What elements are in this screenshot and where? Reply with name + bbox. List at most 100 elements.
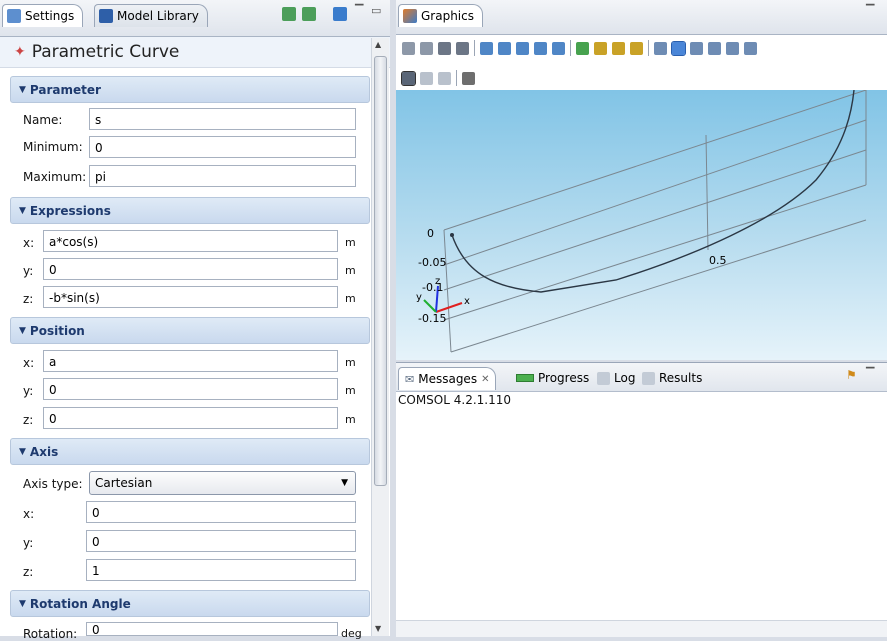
- section-axis[interactable]: ▼ Axis: [10, 438, 370, 465]
- panel-title-bar: ✦ Parametric Curve: [0, 37, 390, 68]
- zoom-selected-icon[interactable]: [534, 41, 547, 55]
- minimum-label: Minimum:: [23, 140, 83, 154]
- settings-panel: Settings Model Library ▔ ▭ ✦ Parametric …: [0, 0, 390, 641]
- axes-icon[interactable]: [744, 41, 757, 55]
- expr-z-label: z:: [23, 292, 34, 306]
- section-position[interactable]: ▼ Position: [10, 317, 370, 344]
- tab-model-library-label: Model Library: [117, 9, 199, 23]
- scene-svg: [423, 90, 867, 353]
- tab-model-library[interactable]: Model Library: [94, 4, 208, 27]
- tab-log[interactable]: Log: [591, 367, 641, 389]
- library-icon: [99, 9, 113, 23]
- left-tabbar: Settings Model Library ▔ ▭: [0, 0, 390, 37]
- axis-type-label: Axis type:: [23, 477, 83, 491]
- pos-z-field[interactable]: 0: [43, 407, 338, 429]
- section-rotation-angle[interactable]: ▼ Rotation Angle: [10, 590, 370, 617]
- minimize-icon[interactable]: ▔: [355, 4, 363, 17]
- wireframe-icon[interactable]: [654, 41, 667, 55]
- scroll-down-icon[interactable]: ▼: [375, 624, 381, 633]
- maximum-field[interactable]: pi: [89, 165, 356, 187]
- select-domain-icon[interactable]: [420, 71, 433, 85]
- messages-hscrollbar[interactable]: [396, 620, 887, 637]
- axis-x-field[interactable]: 0: [86, 501, 356, 523]
- select-boundary-icon[interactable]: [438, 71, 451, 85]
- pos-y-field[interactable]: 0: [43, 378, 338, 400]
- chevron-down-icon: ▼: [341, 478, 348, 488]
- view-zx-icon[interactable]: [630, 41, 643, 55]
- expr-y-field[interactable]: 0: [43, 258, 338, 280]
- toolbar-separator: [456, 70, 457, 86]
- scroll-up-icon[interactable]: ▲: [375, 40, 381, 49]
- tab-graphics-label: Graphics: [421, 9, 474, 23]
- tab-settings-label: Settings: [25, 9, 75, 23]
- tick-label-zneg015: -0.15: [418, 312, 447, 325]
- toolbar-separator: [570, 40, 571, 56]
- help-icon[interactable]: [333, 7, 347, 21]
- tab-results[interactable]: Results: [636, 367, 708, 389]
- expr-z-unit: m: [345, 292, 356, 305]
- zoom-out-icon[interactable]: [498, 41, 511, 55]
- select-mode-icon[interactable]: [456, 41, 469, 55]
- selection-toolbar: [401, 70, 475, 86]
- zoom-in-icon[interactable]: [480, 41, 493, 55]
- maximize-icon[interactable]: ▭: [371, 4, 381, 17]
- close-icon[interactable]: ✕: [481, 374, 489, 385]
- triad-z-label: z: [435, 276, 441, 287]
- tick-label-zneg005: -0.05: [418, 256, 447, 269]
- save-icon[interactable]: [282, 7, 296, 21]
- pos-y-label: y:: [23, 384, 34, 398]
- tick-label-z0: 0: [427, 227, 434, 240]
- expr-x-field[interactable]: a*cos(s): [43, 230, 338, 252]
- grid-icon[interactable]: [726, 41, 739, 55]
- messages-window: ✉ Messages ✕ Progress Log Results ⚑ ▔ CO…: [396, 362, 887, 637]
- results-icon: [642, 371, 655, 385]
- settings-icon: [7, 9, 21, 23]
- select-object-icon[interactable]: [401, 70, 416, 86]
- toolbar-separator: [474, 40, 475, 56]
- pos-x-field[interactable]: a: [43, 350, 338, 372]
- view-yz-icon[interactable]: [612, 41, 625, 55]
- expr-z-field[interactable]: -b*sin(s): [43, 286, 338, 308]
- name-field[interactable]: s: [89, 108, 356, 130]
- pin-icon[interactable]: [302, 7, 316, 21]
- settings-scroll-thumb[interactable]: [374, 56, 387, 486]
- tab-graphics[interactable]: Graphics: [398, 4, 483, 27]
- rotation-field[interactable]: 0: [86, 622, 338, 636]
- graphics-icon: [403, 9, 417, 23]
- scene-light-icon[interactable]: [708, 41, 721, 55]
- tab-messages[interactable]: ✉ Messages ✕: [398, 367, 497, 390]
- camera-icon[interactable]: [462, 71, 475, 85]
- minimize-icon[interactable]: ▔: [866, 367, 874, 380]
- tab-progress[interactable]: Progress: [510, 367, 595, 389]
- expr-y-unit: m: [345, 264, 356, 277]
- transparency-icon[interactable]: [671, 40, 686, 56]
- hide-icon[interactable]: [402, 41, 415, 55]
- clear-icon[interactable]: ⚑: [846, 368, 857, 382]
- graphics-canvas[interactable]: 0 -0.05 -0.1 -0.15 0.5 x y z: [396, 90, 887, 360]
- expr-x-label: x:: [23, 236, 35, 250]
- pos-z-label: z:: [23, 413, 34, 427]
- log-icon: [597, 371, 610, 385]
- envelope-icon: ✉: [405, 372, 415, 386]
- section-parameter[interactable]: ▼ Parameter: [10, 76, 370, 103]
- zoom-box-icon[interactable]: [516, 41, 529, 55]
- collapse-arrow-icon: ▼: [19, 598, 26, 609]
- section-expressions[interactable]: ▼ Expressions: [10, 197, 370, 224]
- render-icon[interactable]: [690, 41, 703, 55]
- zoom-extents-icon[interactable]: [552, 41, 565, 55]
- section-axis-label: Axis: [29, 444, 59, 459]
- show-icon[interactable]: [420, 41, 433, 55]
- minimize-icon[interactable]: ▔: [866, 4, 874, 17]
- grid-lines: [443, 90, 867, 353]
- view-xy-icon[interactable]: [594, 41, 607, 55]
- tab-settings[interactable]: Settings: [2, 4, 84, 27]
- axis-type-select[interactable]: Cartesian ▼: [89, 471, 356, 495]
- axis-z-label: z:: [23, 565, 34, 579]
- minimum-field[interactable]: 0: [89, 136, 356, 158]
- axis-type-value: Cartesian: [95, 476, 153, 490]
- axis-orientation-icon[interactable]: [576, 41, 589, 55]
- axis-y-field[interactable]: 0: [86, 530, 356, 552]
- triad-x-label: x: [464, 296, 470, 307]
- reset-icon[interactable]: [438, 41, 451, 55]
- axis-z-field[interactable]: 1: [86, 559, 356, 581]
